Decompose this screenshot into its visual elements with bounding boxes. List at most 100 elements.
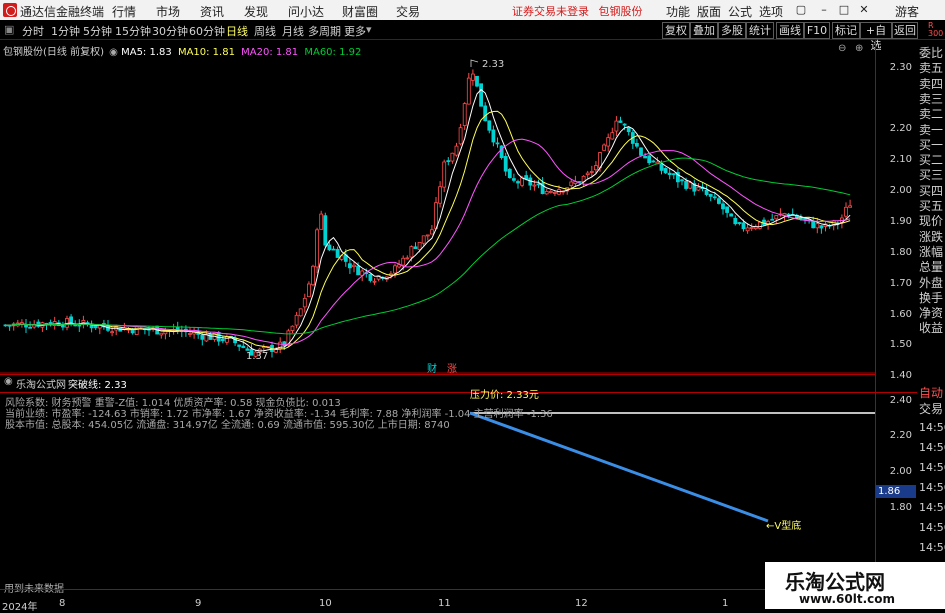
- date-label: 11: [438, 598, 451, 609]
- quote-field-label: 买二: [919, 153, 944, 168]
- period-tab-more[interactable]: 更多: [344, 23, 366, 39]
- restore-rights-button[interactable]: 复权: [662, 22, 690, 39]
- candle: [208, 333, 213, 340]
- login-status-text: 证券交易未登录: [512, 5, 589, 18]
- period-square-icon[interactable]: ▣: [4, 23, 14, 36]
- indicator-settings-icon[interactable]: ◉: [4, 376, 13, 387]
- quote-side-panel[interactable]: 委比 卖五 卖四 卖三 卖二 卖一 买一 买二 买三 买四 买五 现价 涨跌 涨幅 总量 外盘 换手 净资 收益 自动…: [917, 40, 945, 609]
- candle: [589, 171, 594, 173]
- menu-formula[interactable]: 公式: [728, 3, 752, 20]
- price-tick: 2.20: [889, 123, 912, 134]
- candlestick-chart[interactable]: 包钢股份(日线 前复权) ◉ MA5: 1.83 MA10: 1.81 MA20…: [0, 40, 875, 392]
- candle: [680, 179, 684, 182]
- candle: [347, 263, 352, 269]
- candle: [159, 332, 164, 336]
- maximize-icon[interactable]: □: [838, 4, 850, 16]
- menu-market[interactable]: 市场: [156, 3, 180, 20]
- period-tab-30min[interactable]: 30分钟: [152, 23, 188, 39]
- current-stock-name: 包钢股份: [598, 5, 643, 18]
- price-tick: 1.90: [889, 216, 912, 227]
- menu-function[interactable]: 功能: [666, 3, 690, 20]
- candle: [220, 338, 225, 342]
- date-label: 8: [59, 598, 66, 609]
- price-tick: 2.30: [889, 62, 912, 73]
- candle: [848, 205, 852, 208]
- panel-badge: R 300: [928, 22, 943, 38]
- period-tab-15min[interactable]: 15分钟: [115, 23, 151, 39]
- period-tab-weekly[interactable]: 周线: [254, 23, 276, 39]
- quote-field-label: 卖三: [919, 91, 944, 106]
- price-tick: 1.70: [889, 278, 912, 289]
- menu-ask[interactable]: 问小达: [288, 3, 324, 20]
- overlay-button[interactable]: 叠加: [690, 22, 718, 39]
- menu-discover[interactable]: 发现: [244, 3, 268, 20]
- candle: [335, 249, 340, 258]
- candle: [622, 123, 627, 126]
- candle: [442, 161, 447, 188]
- trade-label[interactable]: 交易: [919, 402, 943, 417]
- login-status[interactable]: 证券交易未登录 包钢股份: [512, 3, 643, 19]
- minimize-icon[interactable]: –: [818, 4, 830, 16]
- back-button[interactable]: 返回: [892, 22, 918, 39]
- candle: [745, 227, 750, 232]
- quote-field-label: 买五: [919, 199, 944, 213]
- period-tab-monthly[interactable]: 月线: [282, 23, 304, 39]
- period-tab-5min[interactable]: 5分钟: [83, 23, 112, 39]
- watermark-title: 乐淘公式网: [785, 570, 885, 594]
- tick-time: 14:56: [919, 421, 945, 434]
- auto-label[interactable]: 自动: [919, 386, 943, 401]
- breakout-line-label: 突破线: 2.33: [68, 380, 127, 391]
- candle: [483, 105, 488, 122]
- ma10-line: [5, 110, 851, 351]
- v-bottom-label: ←V型底: [766, 521, 802, 532]
- period-tab-daily[interactable]: 日线: [226, 23, 248, 39]
- candle: [610, 132, 615, 140]
- multi-stock-button[interactable]: 多股: [718, 22, 746, 39]
- price-tick: 1.60: [889, 309, 912, 320]
- menu-wealth[interactable]: 财富圈: [342, 3, 378, 20]
- quote-field-label: 买一: [919, 137, 944, 152]
- capital-row: 股本市值: 总股本: 454.05亿 流通盘: 314.97亿 全流通: 0.6…: [5, 420, 450, 431]
- date-label: 10: [319, 598, 332, 609]
- add-watchlist-button[interactable]: +自选: [860, 22, 892, 52]
- candle: [462, 103, 467, 127]
- menu-trade[interactable]: 交易: [396, 3, 420, 20]
- candle: [774, 215, 779, 220]
- period-tab-1min[interactable]: 1分钟: [51, 23, 80, 39]
- finance-marker[interactable]: 财: [427, 360, 437, 375]
- candle: [635, 142, 639, 147]
- candle: [466, 77, 471, 105]
- period-tab-minute[interactable]: 分时: [22, 23, 44, 39]
- candle: [512, 178, 516, 181]
- date-axis: 2024年 8 9 10 11 12 1: [0, 589, 875, 613]
- menu-quotes[interactable]: 行情: [112, 3, 136, 20]
- candle: [458, 127, 463, 145]
- candle: [454, 145, 459, 156]
- rise-marker[interactable]: 涨: [447, 360, 457, 375]
- candle: [733, 217, 738, 225]
- menu-news[interactable]: 资讯: [200, 3, 224, 20]
- menu-layout[interactable]: 版面: [697, 3, 721, 20]
- period-tab-multi[interactable]: 多周期: [308, 23, 341, 39]
- candle: [741, 222, 746, 230]
- panel-badge-300: 300: [928, 29, 944, 38]
- candle: [618, 120, 623, 123]
- date-label: 1: [722, 598, 729, 609]
- period-tab-60min[interactable]: 60分钟: [189, 23, 225, 39]
- draw-line-button[interactable]: 画线: [776, 22, 804, 39]
- candle: [425, 234, 430, 237]
- candle: [696, 186, 701, 191]
- menu-options[interactable]: 选项: [759, 3, 783, 20]
- indicator-name[interactable]: 乐淘公式网: [16, 376, 66, 391]
- high-price-label: 2.33: [482, 59, 505, 70]
- f10-button[interactable]: F10: [804, 22, 830, 39]
- candle: [93, 325, 98, 329]
- close-icon[interactable]: ✕: [858, 4, 870, 16]
- mark-button[interactable]: 标记: [832, 22, 860, 39]
- more-dropdown-icon[interactable]: ▾: [366, 23, 372, 36]
- guest-label[interactable]: 游客: [895, 3, 919, 20]
- indicator-chart[interactable]: 压力价: 2.33元 ←V型底 风险系数: 财务预警 重警-Z值: 1.014 …: [0, 390, 875, 595]
- statistics-button[interactable]: 统计: [746, 22, 774, 39]
- candle: [73, 324, 78, 327]
- skin-icon[interactable]: ▢: [795, 4, 807, 16]
